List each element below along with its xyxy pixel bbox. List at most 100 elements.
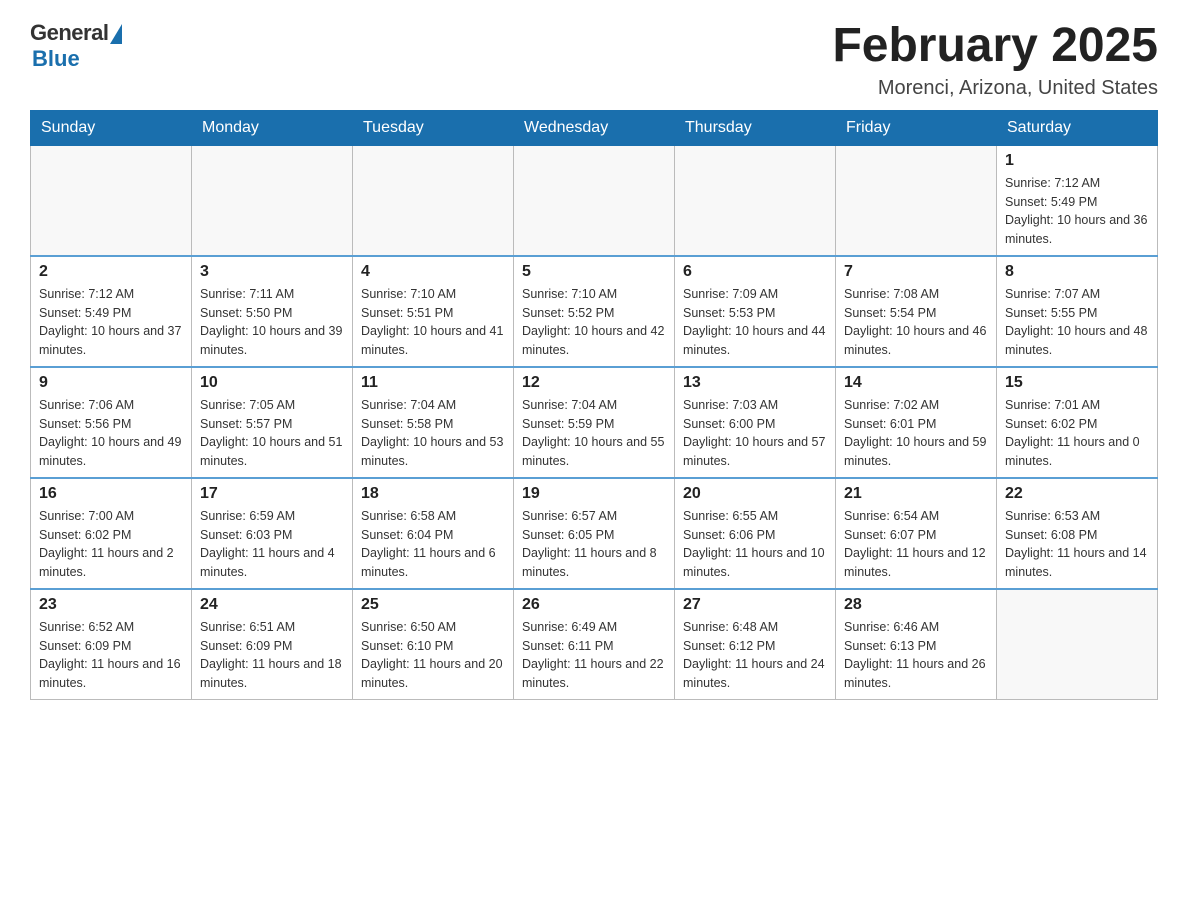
calendar-cell: 19 Sunrise: 6:57 AMSunset: 6:05 PMDayligh…: [514, 478, 675, 589]
calendar-cell: 17 Sunrise: 6:59 AMSunset: 6:03 PMDayligh…: [192, 478, 353, 589]
month-title: February 2025: [832, 20, 1158, 73]
header-wednesday: Wednesday: [514, 110, 675, 145]
day-number: 21: [844, 485, 988, 503]
page-header: General Blue February 2025 Morenci, Ariz…: [30, 20, 1158, 100]
logo: General Blue: [30, 20, 122, 72]
day-info: Sunrise: 6:48 AMSunset: 6:12 PMDaylight:…: [683, 618, 827, 693]
day-info: Sunrise: 6:54 AMSunset: 6:07 PMDaylight:…: [844, 507, 988, 582]
day-number: 8: [1005, 263, 1149, 281]
location: Morenci, Arizona, United States: [832, 77, 1158, 100]
day-number: 15: [1005, 374, 1149, 392]
day-info: Sunrise: 6:49 AMSunset: 6:11 PMDaylight:…: [522, 618, 666, 693]
week-row-0: 1Sunrise: 7:12 AMSunset: 5:49 PMDaylight…: [31, 145, 1158, 256]
calendar-cell: 5 Sunrise: 7:10 AMSunset: 5:52 PMDaylight…: [514, 256, 675, 367]
day-number: 17: [200, 485, 344, 503]
calendar-cell: 11 Sunrise: 7:04 AMSunset: 5:58 PMDayligh…: [353, 367, 514, 478]
day-number: 9: [39, 374, 183, 392]
day-number: 14: [844, 374, 988, 392]
day-info: Sunrise: 7:03 AMSunset: 6:00 PMDaylight:…: [683, 396, 827, 471]
header-tuesday: Tuesday: [353, 110, 514, 145]
day-number: 26: [522, 596, 666, 614]
day-number: 23: [39, 596, 183, 614]
day-info: Sunrise: 7:06 AMSunset: 5:56 PMDaylight:…: [39, 396, 183, 471]
day-number: 16: [39, 485, 183, 503]
day-info: Sunrise: 7:09 AMSunset: 5:53 PMDaylight:…: [683, 285, 827, 360]
day-info: Sunrise: 7:02 AMSunset: 6:01 PMDaylight:…: [844, 396, 988, 471]
logo-general-text: General: [30, 20, 108, 46]
calendar-cell: 13Sunrise: 7:03 AMSunset: 6:00 PMDayligh…: [675, 367, 836, 478]
calendar-cell: 7 Sunrise: 7:08 AMSunset: 5:54 PMDaylight…: [836, 256, 997, 367]
day-info: Sunrise: 6:51 AMSunset: 6:09 PMDaylight:…: [200, 618, 344, 693]
day-number: 25: [361, 596, 505, 614]
calendar-cell: 10 Sunrise: 7:05 AMSunset: 5:57 PMDayligh…: [192, 367, 353, 478]
day-number: 11: [361, 374, 505, 392]
calendar-cell: 12 Sunrise: 7:04 AMSunset: 5:59 PMDayligh…: [514, 367, 675, 478]
calendar-cell: 28 Sunrise: 6:46 AMSunset: 6:13 PMDayligh…: [836, 589, 997, 700]
day-number: 4: [361, 263, 505, 281]
calendar-cell: 2 Sunrise: 7:12 AMSunset: 5:49 PMDaylight…: [31, 256, 192, 367]
calendar-cell: 9 Sunrise: 7:06 AMSunset: 5:56 PMDaylight…: [31, 367, 192, 478]
calendar-cell: 6Sunrise: 7:09 AMSunset: 5:53 PMDaylight…: [675, 256, 836, 367]
calendar-cell: 1Sunrise: 7:12 AMSunset: 5:49 PMDaylight…: [997, 145, 1158, 256]
day-info: Sunrise: 7:07 AMSunset: 5:55 PMDaylight:…: [1005, 285, 1149, 360]
day-info: Sunrise: 7:04 AMSunset: 5:59 PMDaylight:…: [522, 396, 666, 471]
day-number: 5: [522, 263, 666, 281]
calendar-cell: 8 Sunrise: 7:07 AMSunset: 5:55 PMDaylight…: [997, 256, 1158, 367]
day-info: Sunrise: 6:55 AMSunset: 6:06 PMDaylight:…: [683, 507, 827, 582]
calendar-cell: 14 Sunrise: 7:02 AMSunset: 6:01 PMDayligh…: [836, 367, 997, 478]
calendar-cell: [192, 145, 353, 256]
calendar-cell: 24Sunrise: 6:51 AMSunset: 6:09 PMDayligh…: [192, 589, 353, 700]
day-info: Sunrise: 7:10 AMSunset: 5:51 PMDaylight:…: [361, 285, 505, 360]
day-info: Sunrise: 7:00 AMSunset: 6:02 PMDaylight:…: [39, 507, 183, 582]
day-info: Sunrise: 7:05 AMSunset: 5:57 PMDaylight:…: [200, 396, 344, 471]
calendar-cell: [31, 145, 192, 256]
day-number: 7: [844, 263, 988, 281]
calendar-cell: 16 Sunrise: 7:00 AMSunset: 6:02 PMDayligh…: [31, 478, 192, 589]
day-number: 28: [844, 596, 988, 614]
day-number: 10: [200, 374, 344, 392]
title-section: February 2025 Morenci, Arizona, United S…: [832, 20, 1158, 100]
day-info: Sunrise: 6:52 AMSunset: 6:09 PMDaylight:…: [39, 618, 183, 693]
calendar-cell: 26 Sunrise: 6:49 AMSunset: 6:11 PMDayligh…: [514, 589, 675, 700]
calendar-cell: [675, 145, 836, 256]
calendar-cell: 4 Sunrise: 7:10 AMSunset: 5:51 PMDaylight…: [353, 256, 514, 367]
week-row-1: 2 Sunrise: 7:12 AMSunset: 5:49 PMDaylight…: [31, 256, 1158, 367]
week-row-2: 9 Sunrise: 7:06 AMSunset: 5:56 PMDaylight…: [31, 367, 1158, 478]
logo-triangle-icon: [110, 24, 122, 44]
day-number: 12: [522, 374, 666, 392]
day-number: 19: [522, 485, 666, 503]
calendar-table: SundayMondayTuesdayWednesdayThursdayFrid…: [30, 110, 1158, 700]
day-info: Sunrise: 6:46 AMSunset: 6:13 PMDaylight:…: [844, 618, 988, 693]
week-row-3: 16 Sunrise: 7:00 AMSunset: 6:02 PMDayligh…: [31, 478, 1158, 589]
calendar-cell: [836, 145, 997, 256]
header-thursday: Thursday: [675, 110, 836, 145]
day-info: Sunrise: 6:59 AMSunset: 6:03 PMDaylight:…: [200, 507, 344, 582]
day-info: Sunrise: 6:50 AMSunset: 6:10 PMDaylight:…: [361, 618, 505, 693]
calendar-cell: 27Sunrise: 6:48 AMSunset: 6:12 PMDayligh…: [675, 589, 836, 700]
day-number: 22: [1005, 485, 1149, 503]
week-row-4: 23 Sunrise: 6:52 AMSunset: 6:09 PMDayligh…: [31, 589, 1158, 700]
day-info: Sunrise: 7:08 AMSunset: 5:54 PMDaylight:…: [844, 285, 988, 360]
day-info: Sunrise: 7:12 AMSunset: 5:49 PMDaylight:…: [39, 285, 183, 360]
calendar-cell: [997, 589, 1158, 700]
day-info: Sunrise: 7:01 AMSunset: 6:02 PMDaylight:…: [1005, 396, 1149, 471]
calendar-cell: 15 Sunrise: 7:01 AMSunset: 6:02 PMDayligh…: [997, 367, 1158, 478]
calendar-cell: 23 Sunrise: 6:52 AMSunset: 6:09 PMDayligh…: [31, 589, 192, 700]
calendar-cell: [514, 145, 675, 256]
calendar-header-row: SundayMondayTuesdayWednesdayThursdayFrid…: [31, 110, 1158, 145]
day-info: Sunrise: 6:57 AMSunset: 6:05 PMDaylight:…: [522, 507, 666, 582]
header-monday: Monday: [192, 110, 353, 145]
day-info: Sunrise: 7:11 AMSunset: 5:50 PMDaylight:…: [200, 285, 344, 360]
calendar-cell: 25 Sunrise: 6:50 AMSunset: 6:10 PMDayligh…: [353, 589, 514, 700]
header-friday: Friday: [836, 110, 997, 145]
day-info: Sunrise: 7:10 AMSunset: 5:52 PMDaylight:…: [522, 285, 666, 360]
day-number: 2: [39, 263, 183, 281]
day-info: Sunrise: 6:58 AMSunset: 6:04 PMDaylight:…: [361, 507, 505, 582]
calendar-cell: 22Sunrise: 6:53 AMSunset: 6:08 PMDayligh…: [997, 478, 1158, 589]
header-saturday: Saturday: [997, 110, 1158, 145]
day-number: 1: [1005, 152, 1149, 170]
calendar-cell: 20Sunrise: 6:55 AMSunset: 6:06 PMDayligh…: [675, 478, 836, 589]
day-number: 3: [200, 263, 344, 281]
day-info: Sunrise: 7:04 AMSunset: 5:58 PMDaylight:…: [361, 396, 505, 471]
calendar-cell: 3 Sunrise: 7:11 AMSunset: 5:50 PMDaylight…: [192, 256, 353, 367]
